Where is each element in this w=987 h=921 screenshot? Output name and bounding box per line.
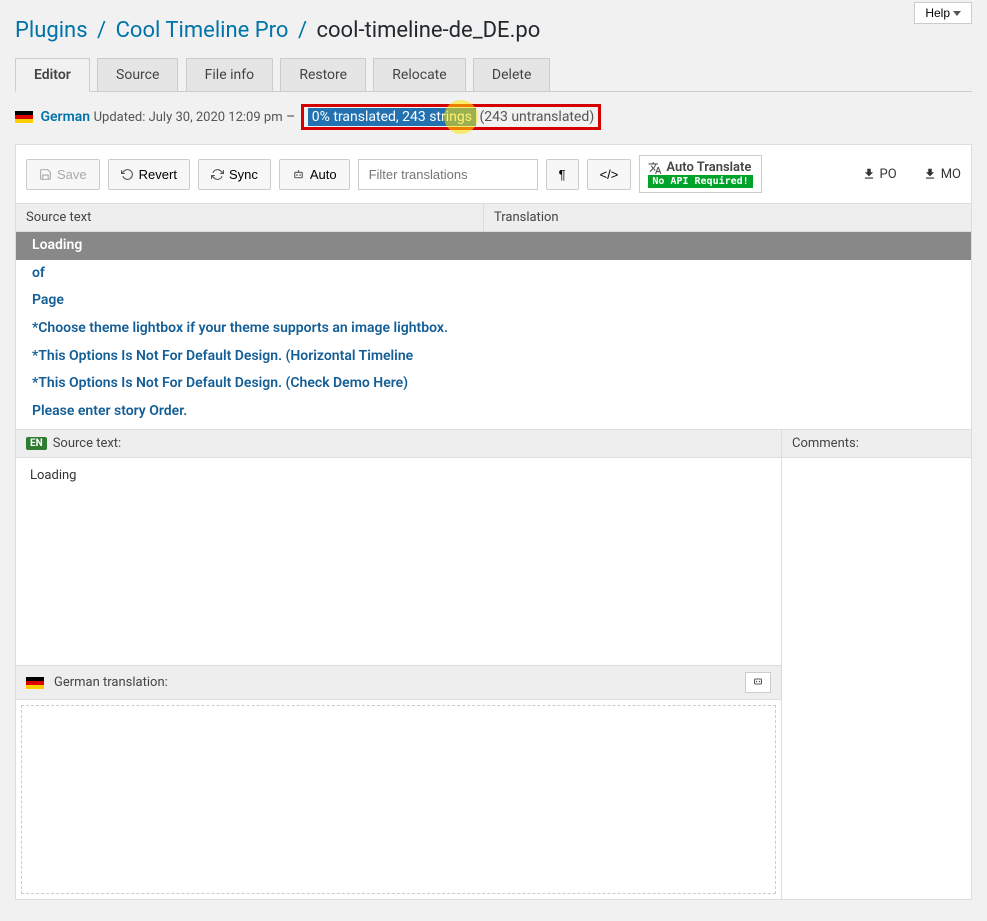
grid-body[interactable]: Loading of Page *Choose theme lightbox i… xyxy=(15,232,972,430)
flag-icon xyxy=(26,677,44,689)
tab-source[interactable]: Source xyxy=(97,58,178,91)
table-row[interactable]: Please enter story Order. xyxy=(16,398,971,426)
language-link[interactable]: German xyxy=(40,109,90,125)
auto-translate-box[interactable]: Auto Translate No API Required! xyxy=(639,155,761,193)
breadcrumb: Plugins / Cool Timeline Pro / cool-timel… xyxy=(15,18,972,43)
col-source-header: Source text xyxy=(16,204,484,231)
no-api-badge: No API Required! xyxy=(648,175,752,188)
filter-input[interactable] xyxy=(358,159,538,190)
download-mo[interactable]: MO xyxy=(923,167,961,182)
pilcrow-icon: ¶ xyxy=(559,167,566,182)
tab-restore[interactable]: Restore xyxy=(280,58,366,91)
editor-panels: EN Source text: Loading German translati… xyxy=(15,430,972,900)
source-text-body: Loading xyxy=(16,458,781,665)
translation-input[interactable] xyxy=(21,705,776,894)
translate-icon xyxy=(648,161,662,175)
table-row[interactable]: Page xyxy=(16,287,971,315)
code-icon: </> xyxy=(600,167,619,182)
download-icon xyxy=(923,167,937,181)
comments-panel-head: Comments: xyxy=(782,430,971,458)
download-po[interactable]: PO xyxy=(862,167,897,182)
dash: – xyxy=(286,109,295,125)
chevron-down-icon xyxy=(953,11,961,16)
code-button[interactable]: </> xyxy=(587,159,632,190)
comments-label: Comments: xyxy=(792,436,859,451)
flag-icon xyxy=(15,111,33,123)
breadcrumb-file: cool-timeline-de_DE.po xyxy=(316,18,540,43)
table-row[interactable]: *This Options Is Not For Default Design.… xyxy=(16,370,971,398)
table-row[interactable]: *Choose theme lightbox if your theme sup… xyxy=(16,315,971,343)
help-button[interactable]: Help xyxy=(914,2,972,24)
table-row[interactable]: Loading xyxy=(16,232,971,260)
tab-delete[interactable]: Delete xyxy=(473,58,550,91)
download-icon xyxy=(862,167,876,181)
translated-stat: 0% translated, 243 strings xyxy=(308,108,476,126)
revert-button[interactable]: Revert xyxy=(108,159,190,190)
table-row[interactable]: Please select story Story Date / Year / … xyxy=(16,426,971,430)
tab-editor[interactable]: Editor xyxy=(15,58,90,92)
table-row[interactable]: of xyxy=(16,260,971,288)
tabs: Editor Source File info Restore Relocate… xyxy=(15,57,972,92)
translation-panel-head: German translation: xyxy=(16,665,781,700)
robot-icon xyxy=(292,168,305,181)
robot-icon xyxy=(752,675,764,687)
breadcrumb-sep: / xyxy=(93,18,110,43)
toolbar: Save Revert Sync Auto ¶ </> Auto Transla… xyxy=(15,144,972,204)
source-label: Source text: xyxy=(53,436,122,451)
breadcrumb-product[interactable]: Cool Timeline Pro xyxy=(116,18,289,43)
revert-icon xyxy=(121,168,134,181)
tab-relocate[interactable]: Relocate xyxy=(373,58,465,91)
untranslated-stat: (243 untranslated) xyxy=(479,109,594,125)
table-row[interactable]: *This Options Is Not For Default Design.… xyxy=(16,343,971,371)
annotation-highlight-box: 0% translated, 243 strings (243 untransl… xyxy=(301,104,601,130)
breadcrumb-sep: / xyxy=(294,18,311,43)
pilcrow-button[interactable]: ¶ xyxy=(546,159,579,190)
breadcrumb-plugins[interactable]: Plugins xyxy=(15,18,88,43)
en-badge: EN xyxy=(26,437,47,450)
grid-header: Source text Translation xyxy=(15,204,972,232)
auto-button[interactable]: Auto xyxy=(279,159,350,190)
translation-label: German translation: xyxy=(54,675,168,690)
sync-button[interactable]: Sync xyxy=(198,159,271,190)
status-row: German Updated: July 30, 2020 12:09 pm –… xyxy=(15,104,972,130)
save-icon xyxy=(39,168,52,181)
save-button[interactable]: Save xyxy=(26,159,100,190)
sync-icon xyxy=(211,168,224,181)
source-panel-head: EN Source text: xyxy=(16,430,781,458)
updated-label: Updated: July 30, 2020 12:09 pm xyxy=(94,110,283,125)
tab-fileinfo[interactable]: File info xyxy=(186,58,273,91)
suggest-button[interactable] xyxy=(745,672,771,693)
col-translation-header: Translation xyxy=(484,204,971,231)
help-label: Help xyxy=(925,6,950,20)
